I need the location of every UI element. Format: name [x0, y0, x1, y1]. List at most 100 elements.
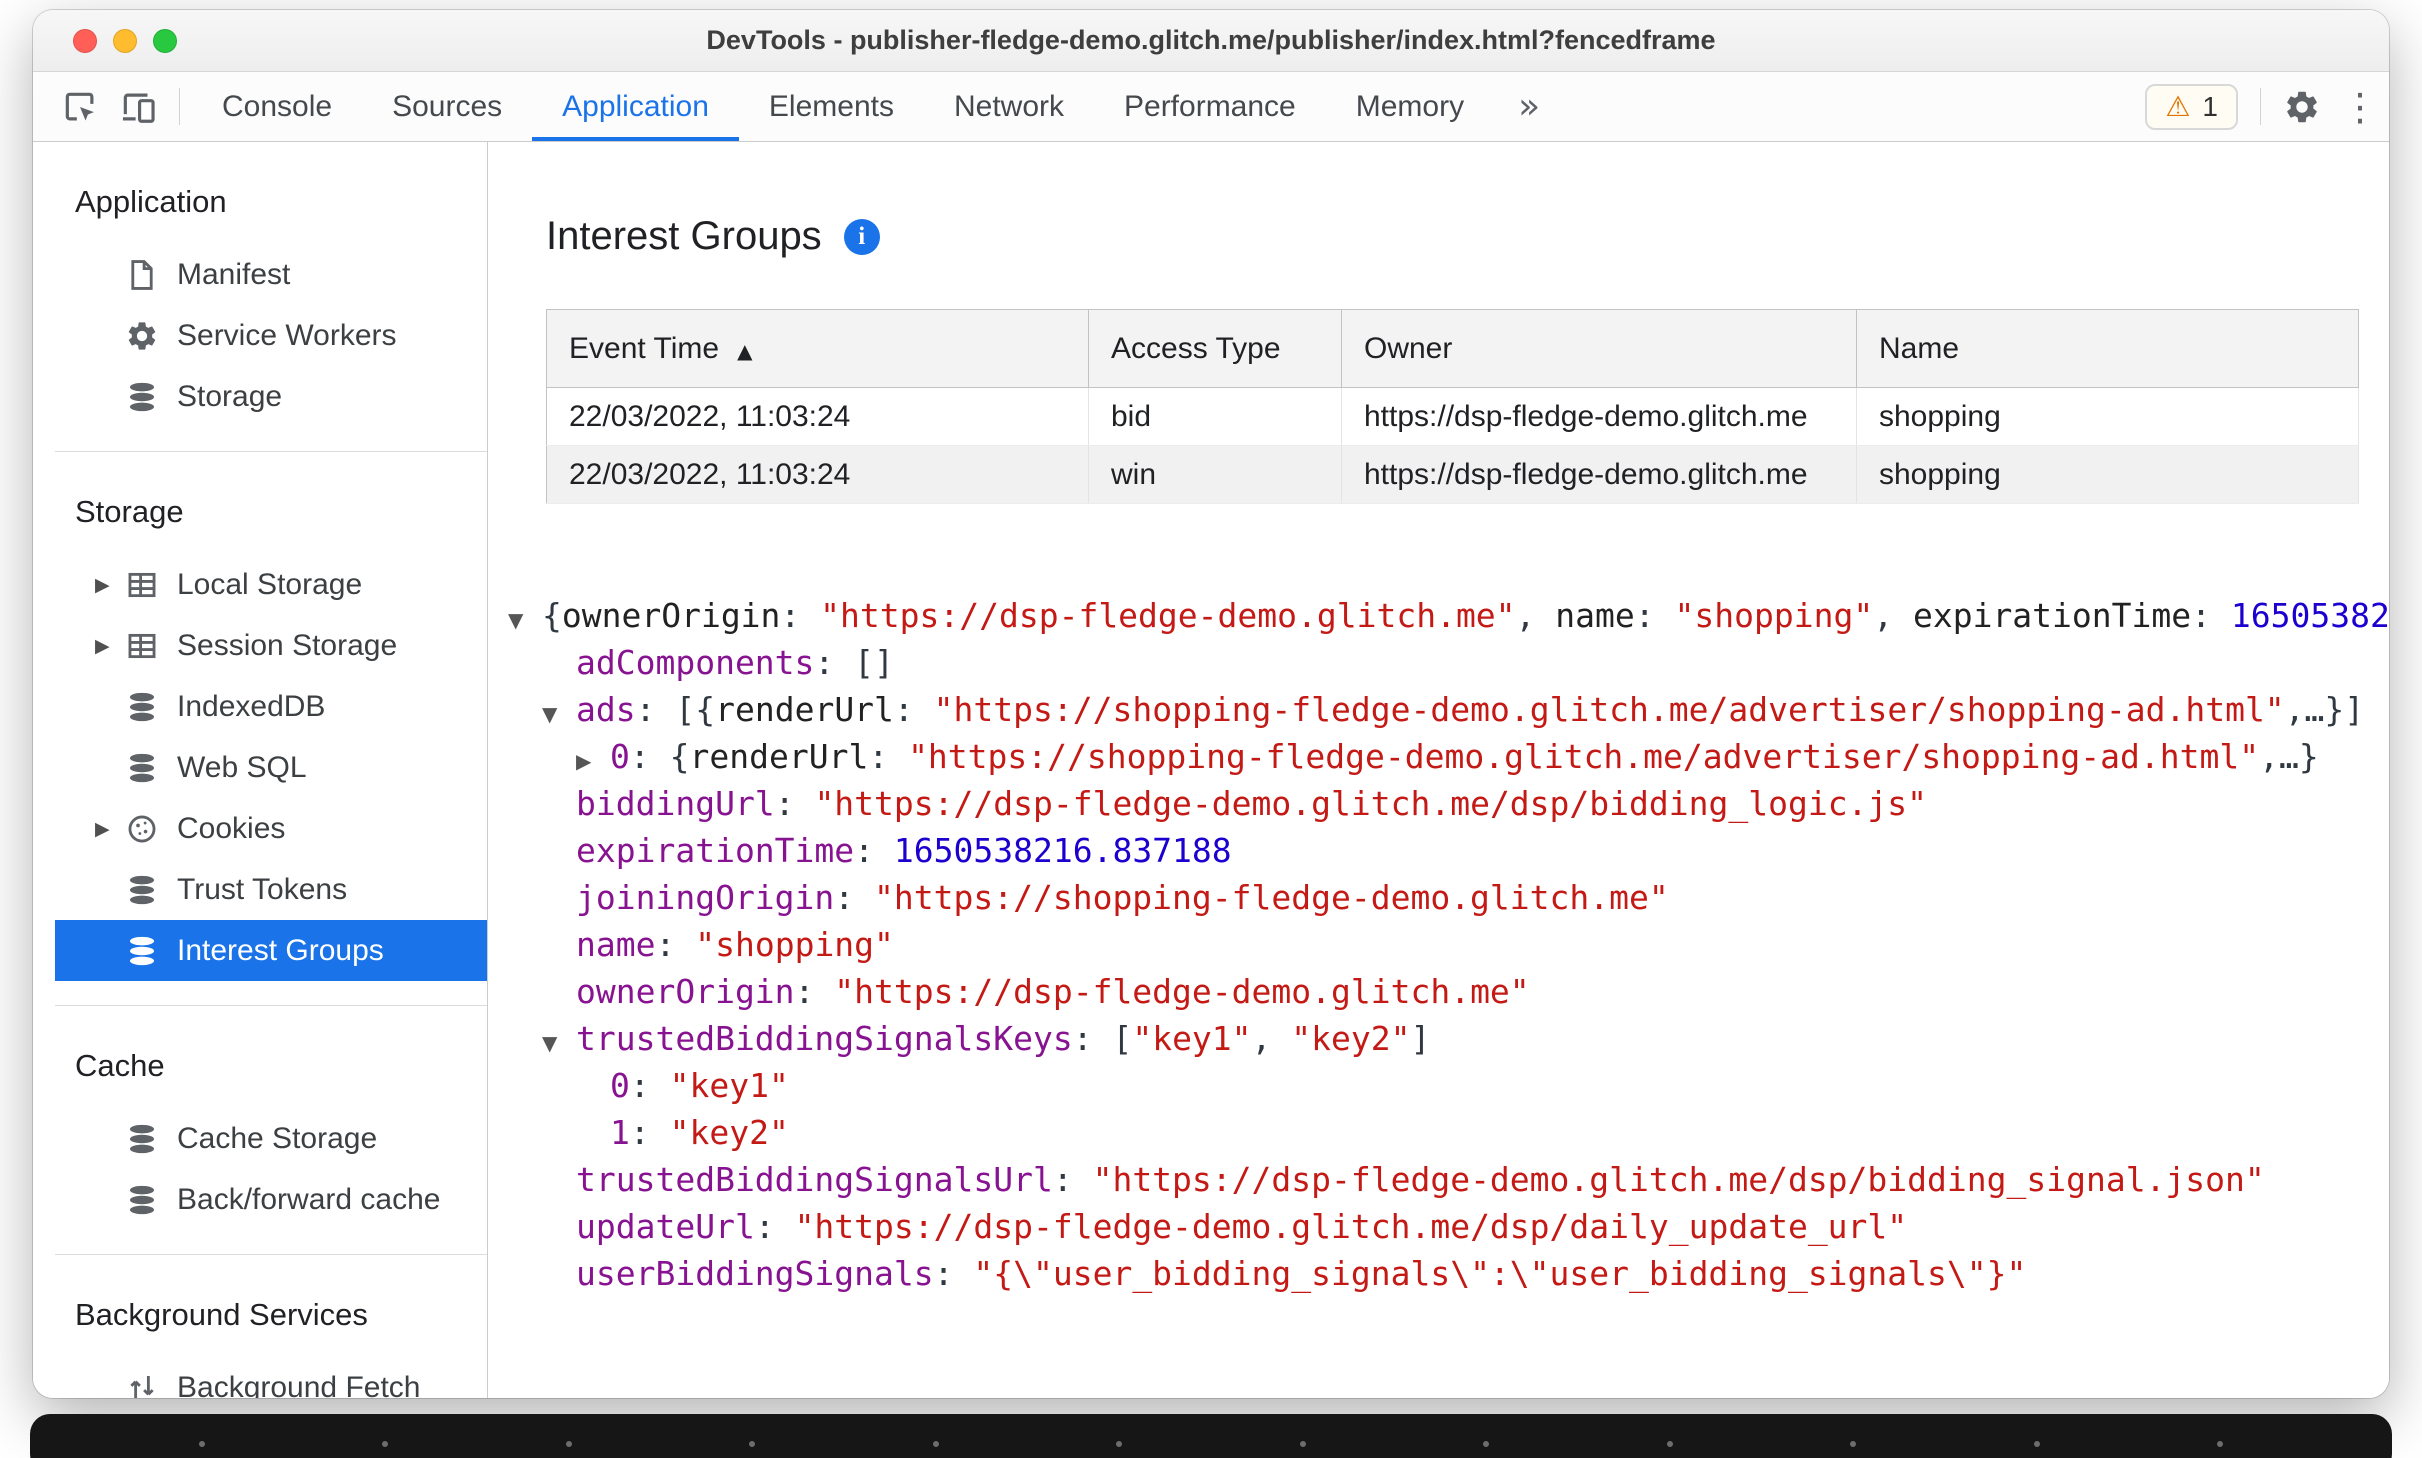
- toolbar-separator: [179, 88, 180, 125]
- tree-line: adComponents: []: [508, 639, 2389, 686]
- json-token-pkey: ownerOrigin: [561, 596, 781, 635]
- window-controls: [73, 29, 177, 53]
- section-title: Cache: [75, 1048, 165, 1083]
- column-header-name[interactable]: Name: [1856, 309, 2359, 388]
- column-header-owner[interactable]: Owner: [1341, 309, 1857, 388]
- table-row[interactable]: 22/03/2022, 11:03:24 win https://dsp-fle…: [546, 445, 2359, 504]
- tree-line: ▼ ads: [{renderUrl: "https://shopping-fle…: [508, 686, 2389, 733]
- sidebar-item-label: Service Workers: [177, 318, 397, 352]
- tree-expand-arrow-icon[interactable]: ▶: [576, 738, 610, 780]
- table-row[interactable]: 22/03/2022, 11:03:24 bid https://dsp-fle…: [546, 387, 2359, 446]
- expand-arrow-icon[interactable]: ▶: [95, 635, 125, 657]
- minimize-button[interactable]: [113, 29, 137, 53]
- json-token-str: "https://dsp-fledge-demo.glitch.me": [834, 972, 1530, 1011]
- json-token-pkey: renderUrl: [689, 737, 869, 776]
- json-token-pkey: renderUrl: [715, 690, 894, 729]
- sidebar-item-cookies[interactable]: ▶ Cookies: [55, 798, 487, 859]
- tree-line: expirationTime: 1650538216.837188: [508, 827, 2389, 874]
- sidebar-item-indexeddb[interactable]: IndexedDB: [55, 676, 487, 737]
- table-icon: [125, 568, 159, 602]
- tab-sources[interactable]: Sources: [362, 72, 532, 141]
- json-token-plain: []: [854, 643, 894, 682]
- tab-elements[interactable]: Elements: [739, 72, 924, 141]
- json-token-str: "{\"user_bidding_signals\":\"user_biddin…: [973, 1254, 2027, 1293]
- tree-collapse-arrow-icon[interactable]: ▼: [508, 597, 542, 639]
- sidebar-item-service-workers[interactable]: Service Workers: [55, 305, 487, 366]
- video-scrubber[interactable]: [30, 1414, 2392, 1458]
- json-token-plain: :: [893, 690, 934, 729]
- tree-line: 0: "key1": [508, 1062, 2389, 1109]
- json-token-key: name: [576, 925, 656, 964]
- json-token-plain: ,: [1251, 1019, 1292, 1058]
- tab-application[interactable]: Application: [532, 72, 739, 141]
- sidebar-item-back-forward-cache[interactable]: Back/forward cache: [55, 1169, 487, 1230]
- tree-line: ▼ trustedBiddingSignalsKeys: ["key1", "ke…: [508, 1015, 2389, 1062]
- sidebar-item-interest-groups[interactable]: Interest Groups: [55, 920, 487, 981]
- device-toolbar-icon[interactable]: [109, 72, 167, 141]
- sidebar-item-local-storage[interactable]: ▶ Local Storage: [55, 554, 487, 615]
- inspect-element-icon[interactable]: [51, 72, 109, 141]
- json-token-str: "https://dsp-fledge-demo.glitch.me": [820, 596, 1516, 635]
- kebab-menu-icon[interactable]: ⋮: [2331, 72, 2389, 141]
- database-icon: [125, 873, 159, 907]
- section-title: Background Services: [75, 1297, 368, 1332]
- json-token-plain: ,: [1873, 596, 1913, 635]
- json-token-str: "https://dsp-fledge-demo.glitch.me/dsp/b…: [814, 784, 1928, 823]
- tab-performance[interactable]: Performance: [1094, 72, 1326, 141]
- scrubber-marker: [198, 1441, 205, 1447]
- cell-access-type: bid: [1088, 387, 1342, 446]
- sidebar-section-background-services: Background Services Background Fetch: [55, 1254, 487, 1398]
- json-token-plain: :: [629, 737, 670, 776]
- sidebar-item-trust-tokens[interactable]: Trust Tokens: [55, 859, 487, 920]
- sidebar-item-storage[interactable]: Storage: [55, 366, 487, 427]
- sort-ascending-icon: ▲: [737, 338, 753, 363]
- sidebar-item-label: Background Fetch: [177, 1370, 421, 1399]
- sidebar-item-label: Cookies: [177, 811, 286, 845]
- close-button[interactable]: [73, 29, 97, 53]
- sidebar-item-session-storage[interactable]: ▶ Session Storage: [55, 615, 487, 676]
- info-icon[interactable]: i: [843, 218, 880, 255]
- window-title: DevTools - publisher-fledge-demo.glitch.…: [706, 25, 1716, 55]
- sidebar-item-background-fetch[interactable]: Background Fetch: [55, 1357, 487, 1398]
- column-header-event-time[interactable]: Event Time ▲: [546, 309, 1089, 388]
- expand-arrow-icon[interactable]: ▶: [95, 818, 125, 840]
- json-token-plain: :: [780, 596, 821, 635]
- scrubber-marker: [1666, 1441, 1673, 1447]
- json-token-key: userBiddingSignals: [576, 1254, 934, 1293]
- json-token-plain: :: [1052, 1160, 1093, 1199]
- scrubber-marker: [1483, 1441, 1490, 1447]
- zoom-button[interactable]: [153, 29, 177, 53]
- sidebar-section-application: Application Manifest Service Workers Sto…: [55, 142, 487, 451]
- application-sidebar: Application Manifest Service Workers Sto…: [33, 142, 488, 1398]
- sidebar-item-cache-storage[interactable]: Cache Storage: [55, 1108, 487, 1169]
- column-header-access-type[interactable]: Access Type: [1088, 309, 1342, 388]
- sidebar-item-manifest[interactable]: Manifest: [55, 244, 487, 305]
- tree-collapse-arrow-icon[interactable]: ▼: [542, 691, 576, 733]
- settings-gear-icon[interactable]: [2273, 72, 2331, 141]
- tab-console[interactable]: Console: [192, 72, 362, 141]
- cell-event-time: 22/03/2022, 11:03:24: [546, 445, 1089, 504]
- expand-arrow-icon[interactable]: ▶: [95, 574, 125, 596]
- up-down-arrows-icon: [125, 1371, 159, 1399]
- json-token-str: "https://shopping-fledge-demo.glitch.me/…: [933, 690, 2285, 729]
- database-icon: [125, 690, 159, 724]
- json-token-plain: [: [1112, 1019, 1133, 1058]
- json-token-key: 1: [610, 1113, 630, 1152]
- sidebar-item-web-sql[interactable]: Web SQL: [55, 737, 487, 798]
- cell-event-time: 22/03/2022, 11:03:24: [546, 387, 1089, 446]
- tab-memory[interactable]: Memory: [1326, 72, 1494, 141]
- json-token-plain: :: [1634, 596, 1675, 635]
- json-token-num: 1650538216.837188: [2230, 596, 2389, 635]
- tree-collapse-arrow-icon[interactable]: ▼: [542, 1020, 576, 1062]
- json-token-plain: :: [754, 1207, 795, 1246]
- json-token-key: adComponents: [576, 643, 815, 682]
- json-token-key: updateUrl: [576, 1207, 755, 1246]
- json-token-key: 0: [610, 737, 630, 776]
- sidebar-item-label: Web SQL: [177, 750, 307, 784]
- more-tabs-button[interactable]: »: [1494, 72, 1564, 141]
- warnings-badge[interactable]: ⚠ 1: [2145, 83, 2238, 130]
- interest-groups-table: Event Time ▲ Access Type Owner Name 22/03…: [546, 309, 2359, 504]
- json-token-key: expirationTime: [576, 831, 855, 870]
- tab-network[interactable]: Network: [924, 72, 1094, 141]
- scrubber-marker: [2217, 1441, 2224, 1447]
